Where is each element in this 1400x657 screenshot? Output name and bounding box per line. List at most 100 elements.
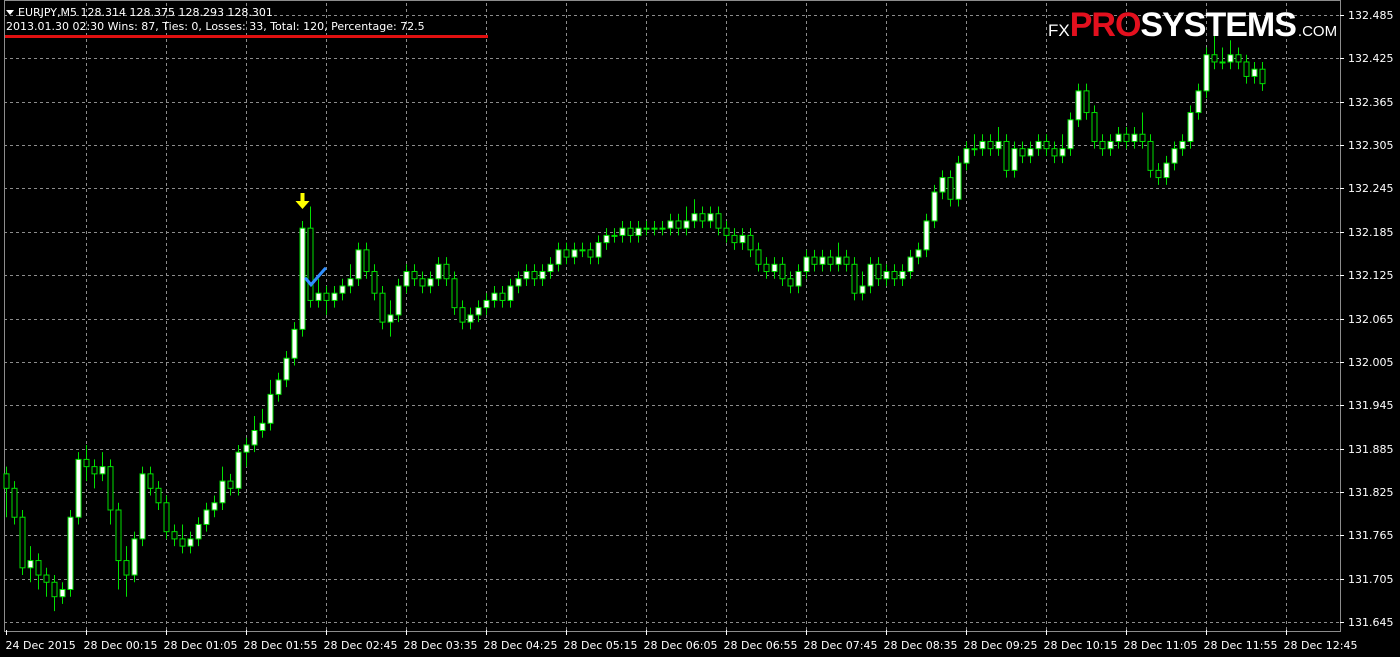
candle-body <box>1107 140 1114 150</box>
candle-body <box>203 509 210 525</box>
y-tick-label: 132.305 <box>1348 138 1394 152</box>
candle-body <box>1211 54 1218 63</box>
x-tick-label: 28 Dec 09:25 <box>963 639 1038 652</box>
candle-body <box>523 271 530 280</box>
candle-body <box>1179 140 1186 150</box>
x-tick-label: 28 Dec 12:45 <box>1283 639 1358 652</box>
candle-body <box>571 249 578 258</box>
candle-body <box>1051 148 1058 157</box>
candle-body <box>331 292 338 301</box>
x-tick-label: 28 Dec 04:25 <box>483 639 558 652</box>
candle-body <box>339 285 346 294</box>
candle-body <box>979 140 986 150</box>
logo-fx: FX <box>1048 21 1070 40</box>
candle-body <box>595 242 602 258</box>
x-tick-label: 28 Dec 06:55 <box>723 639 798 652</box>
candle-body <box>115 509 122 562</box>
candle-body <box>1219 61 1226 64</box>
candle-body <box>1067 119 1074 150</box>
candle-body <box>1139 133 1146 142</box>
candle-body <box>579 249 586 252</box>
candle-body <box>35 560 42 576</box>
candle-body <box>875 263 882 280</box>
candle-body <box>995 140 1002 150</box>
collapse-triangle-icon[interactable] <box>6 10 14 15</box>
candle-body <box>547 263 554 273</box>
arrow-down-icon[interactable] <box>295 192 310 209</box>
candle-body <box>723 227 730 236</box>
x-tick-label: 28 Dec 10:15 <box>1043 639 1118 652</box>
logo-com: .COM <box>1297 23 1338 40</box>
candle-body <box>531 271 538 280</box>
logo-systems: SYSTEMS <box>1140 6 1296 44</box>
candle-body <box>1091 112 1098 142</box>
candle-body <box>771 263 778 273</box>
candle-body <box>843 256 850 265</box>
candle-body <box>99 466 106 475</box>
y-tick-label: 132.485 <box>1348 8 1394 22</box>
candle-body <box>291 328 298 359</box>
candlestick-chart[interactable] <box>0 0 1400 657</box>
candle-body <box>819 256 826 265</box>
candle-body <box>43 574 50 583</box>
candle-body <box>227 480 234 489</box>
candle-body <box>139 473 146 540</box>
candle-body <box>1131 133 1138 142</box>
candle-body <box>739 234 746 244</box>
candle-body <box>643 227 650 230</box>
candle-body <box>259 422 266 432</box>
candle-body <box>1035 140 1042 150</box>
x-tick-label: 28 Dec 01:05 <box>163 639 238 652</box>
candle-body <box>243 444 250 453</box>
candle-body <box>603 234 610 244</box>
candle-body <box>1027 148 1034 157</box>
candle-body <box>1251 68 1258 77</box>
candle-body <box>955 162 962 200</box>
candle-body <box>971 148 978 151</box>
candle-body <box>483 299 490 309</box>
candle-body <box>507 285 514 301</box>
y-tick-label: 132.185 <box>1348 225 1394 239</box>
candle-body <box>899 271 906 280</box>
candle-body <box>307 227 314 301</box>
candle-body <box>803 256 810 273</box>
candle-body <box>675 220 682 229</box>
candle-body <box>1195 90 1202 114</box>
candle-body <box>475 307 482 316</box>
candle-body <box>891 271 898 280</box>
candle-body <box>787 278 794 287</box>
candle-body <box>499 292 506 301</box>
candle-body <box>1099 140 1106 150</box>
candle-body <box>811 256 818 265</box>
candle-body <box>707 213 714 222</box>
candle-body <box>1115 133 1122 142</box>
candle-body <box>371 271 378 294</box>
candle-body <box>251 430 258 446</box>
logo-pro: PRO <box>1069 6 1142 44</box>
x-tick-label: 28 Dec 01:55 <box>243 639 318 652</box>
price-chart[interactable]: EURJPY,M5 128.314 128.375 128.293 128.30… <box>0 0 1400 657</box>
fxprosystems-logo: FXPROSYSTEMS .COM <box>1048 6 1337 45</box>
candle-body <box>867 263 874 287</box>
candle-body <box>1227 54 1234 63</box>
last-price-marker <box>1341 615 1399 629</box>
x-tick-label: 28 Dec 11:05 <box>1123 639 1198 652</box>
candle-body <box>1019 148 1026 157</box>
candle-body <box>219 480 226 504</box>
candle-body <box>827 256 834 265</box>
candle-body <box>11 487 18 518</box>
candle-body <box>1203 54 1210 92</box>
candle-body <box>107 466 114 511</box>
x-tick-label: 28 Dec 08:35 <box>883 639 958 652</box>
candle-body <box>163 502 170 533</box>
candle-body <box>715 213 722 229</box>
candle-body <box>907 256 914 273</box>
candle-body <box>659 227 666 230</box>
candle-body <box>91 466 98 475</box>
candle-body <box>27 560 34 569</box>
candle-body <box>939 177 946 193</box>
candle-body <box>195 523 202 540</box>
candle-body <box>635 227 642 236</box>
y-tick-label: 131.945 <box>1348 398 1394 412</box>
candle-body <box>427 278 434 287</box>
